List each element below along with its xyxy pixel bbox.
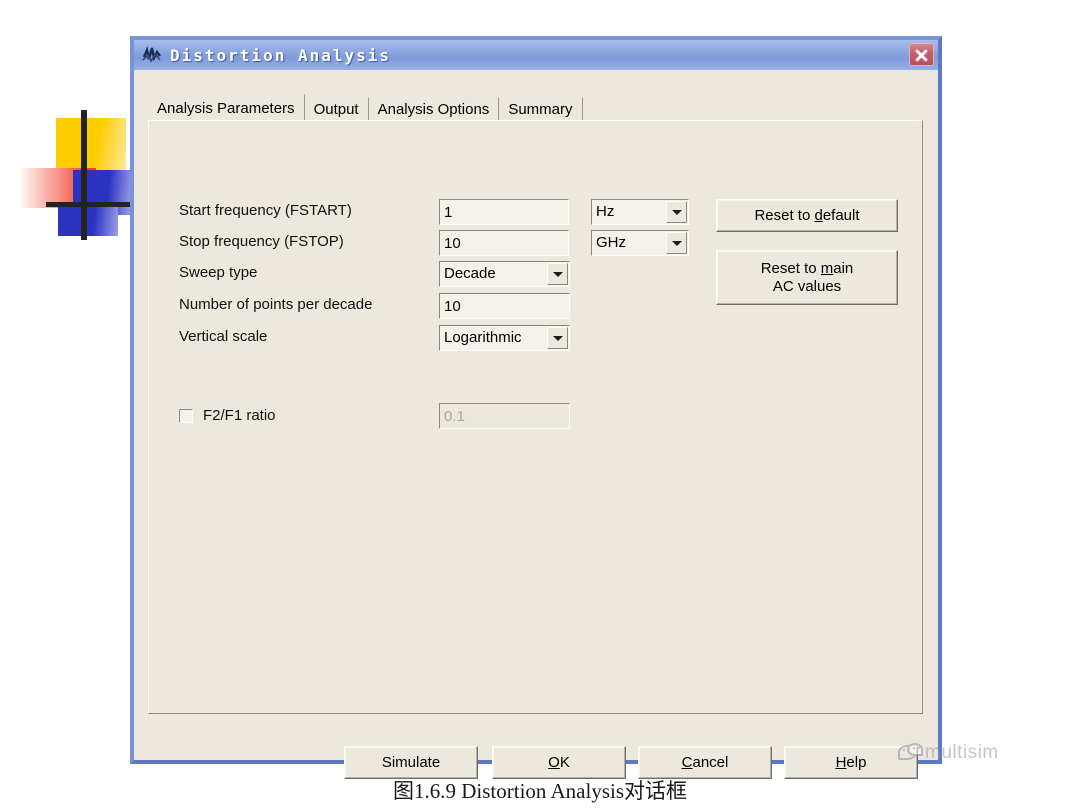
dialog-title: Distortion Analysis xyxy=(170,45,392,65)
distortion-waveform-icon xyxy=(142,46,162,64)
reset-to-default-pre: Reset to xyxy=(754,206,815,224)
help-label: Help xyxy=(836,754,867,771)
watermark-text: multisim xyxy=(925,742,999,763)
f2f1-ratio-row: F2/F1 ratio xyxy=(179,407,276,424)
sweep-type-value: Decade xyxy=(444,265,496,282)
tab-analysis-parameters[interactable]: Analysis Parameters xyxy=(148,94,305,121)
dialog-titlebar[interactable]: Distortion Analysis xyxy=(134,40,938,70)
f2f1-ratio-input xyxy=(439,403,570,429)
reset-to-main-ac-values-button[interactable]: Reset to main AC values xyxy=(716,250,898,305)
analysis-parameters-panel: Start frequency (FSTART) Hz Stop frequen… xyxy=(148,120,923,714)
watermark: multisim xyxy=(898,742,999,764)
tab-output-label: Output xyxy=(313,101,359,118)
distortion-analysis-dialog: Distortion Analysis Analysis Parameters … xyxy=(130,36,942,779)
reset-ac-line1-pre: Reset to xyxy=(760,260,821,278)
tab-output[interactable]: Output xyxy=(304,97,369,121)
ok-mnemonic: O xyxy=(548,753,560,771)
decorative-logo-graphic xyxy=(18,110,148,240)
stop-frequency-unit-combo[interactable]: GHz xyxy=(591,230,689,256)
start-frequency-label: Start frequency (FSTART) xyxy=(179,202,352,219)
cancel-mnemonic: C xyxy=(681,753,693,771)
reset-to-default-button[interactable]: Reset to default xyxy=(716,199,898,232)
stop-frequency-unit-value: GHz xyxy=(596,234,626,251)
vertical-scale-value: Logarithmic xyxy=(444,329,522,346)
cancel-post: ancel xyxy=(692,753,729,771)
chevron-down-icon[interactable] xyxy=(666,201,687,223)
simulate-pre: Simulate xyxy=(381,753,441,771)
wechat-icon xyxy=(898,743,924,763)
tab-strip: Analysis Parameters Output Analysis Opti… xyxy=(148,94,583,121)
sweep-type-label: Sweep type xyxy=(179,264,258,281)
logo-yellow-square xyxy=(56,118,126,170)
reset-to-default-label: Reset to default xyxy=(754,207,859,224)
points-per-decade-label: Number of points per decade xyxy=(179,296,373,313)
reset-ac-line1-mnemonic: m xyxy=(820,260,834,278)
tab-analysis-options-label: Analysis Options xyxy=(377,101,490,118)
f2f1-ratio-label: F2/F1 ratio xyxy=(203,407,276,424)
start-frequency-unit-combo[interactable]: Hz xyxy=(591,199,689,225)
help-post: elp xyxy=(846,753,867,771)
cancel-label: Cancel xyxy=(682,754,729,771)
ok-label: OK xyxy=(548,754,570,771)
help-mnemonic: H xyxy=(835,753,847,771)
chevron-down-icon[interactable] xyxy=(547,263,568,285)
tab-analysis-options[interactable]: Analysis Options xyxy=(368,97,500,121)
start-frequency-unit-value: Hz xyxy=(596,203,615,220)
figure-caption: 图1.6.9 Distortion Analysis对话框 xyxy=(392,779,687,803)
reset-to-default-post: efault xyxy=(822,206,860,224)
reset-to-main-ac-values-line1: Reset to main xyxy=(761,260,854,277)
logo-blue-rectangle-lower xyxy=(58,204,118,236)
reset-ac-line1-post: ain xyxy=(833,260,854,278)
chevron-down-icon[interactable] xyxy=(666,232,687,254)
sweep-type-combo[interactable]: Decade xyxy=(439,261,570,287)
vertical-scale-combo[interactable]: Logarithmic xyxy=(439,325,570,351)
tab-summary[interactable]: Summary xyxy=(499,97,583,121)
stop-frequency-label: Stop frequency (FSTOP) xyxy=(179,233,344,250)
reset-to-default-mnemonic: d xyxy=(814,206,823,224)
dialog-client-area: Analysis Parameters Output Analysis Opti… xyxy=(134,70,938,779)
reset-to-main-ac-values-line2: AC values xyxy=(772,277,842,295)
chevron-down-icon[interactable] xyxy=(547,327,568,349)
vertical-scale-label: Vertical scale xyxy=(179,328,268,345)
ok-post: K xyxy=(559,753,570,771)
close-icon[interactable] xyxy=(909,43,934,66)
points-per-decade-input[interactable] xyxy=(439,293,570,319)
logo-vertical-bar xyxy=(81,110,87,240)
tab-summary-label: Summary xyxy=(508,101,573,118)
tab-analysis-parameters-label: Analysis Parameters xyxy=(157,100,295,117)
stop-frequency-input[interactable] xyxy=(439,230,569,256)
start-frequency-input[interactable] xyxy=(439,199,569,225)
simulate-label: Simulate xyxy=(382,754,440,771)
f2f1-ratio-checkbox[interactable] xyxy=(179,408,193,423)
